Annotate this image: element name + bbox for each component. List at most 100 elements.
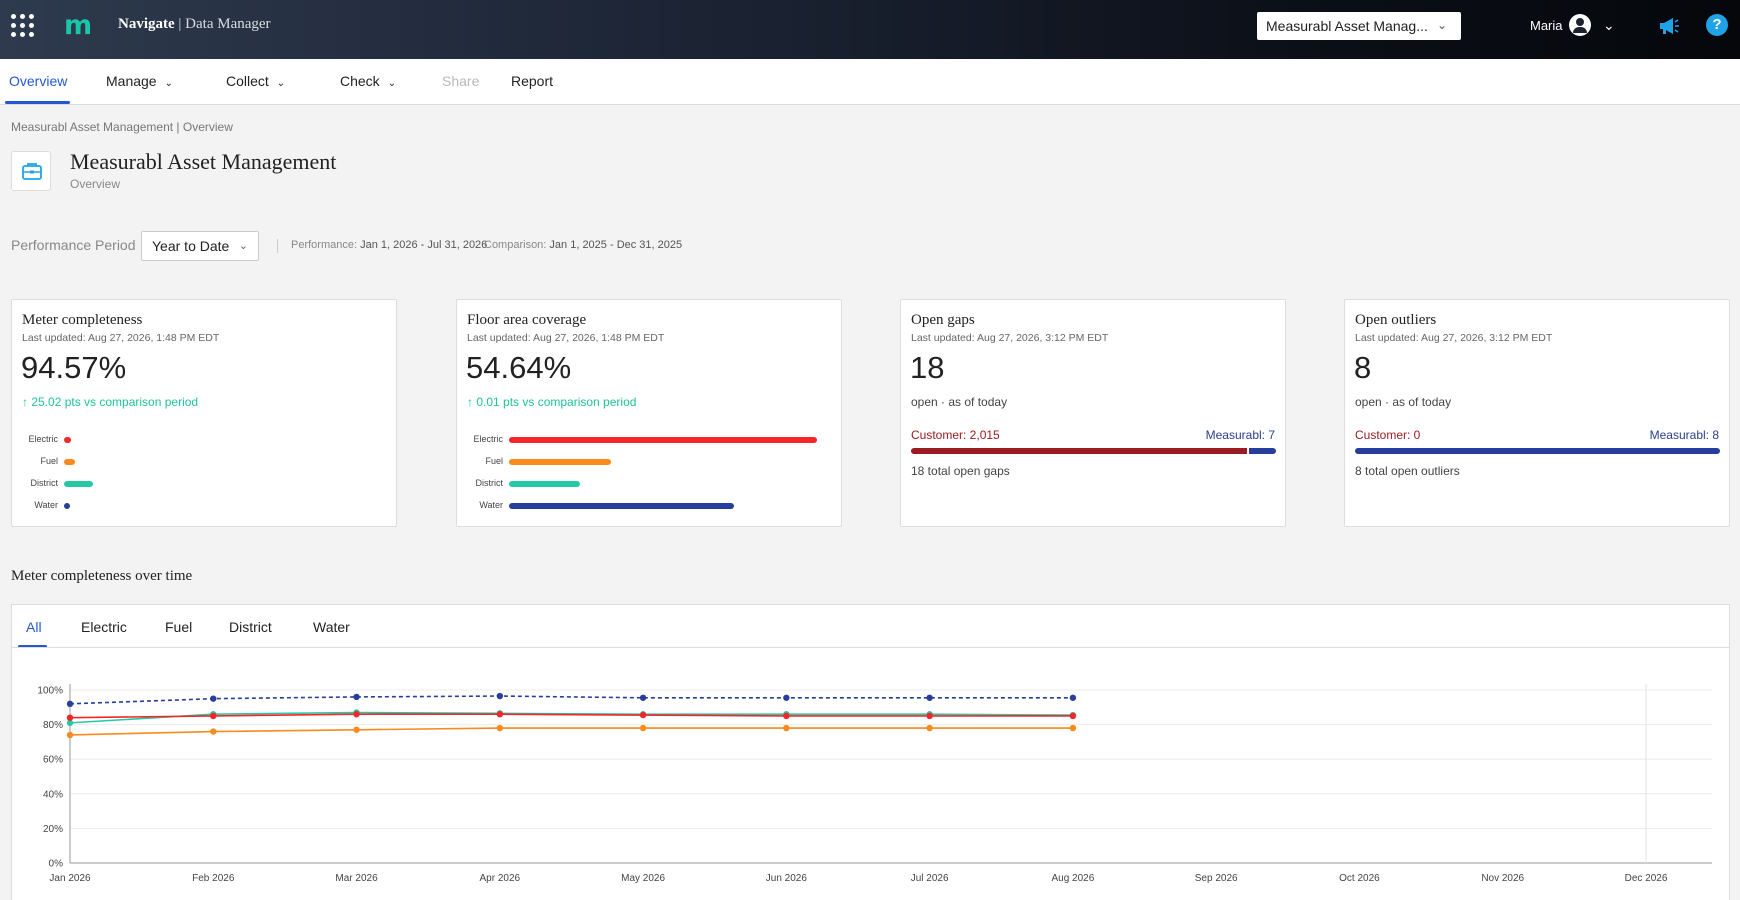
chevron-down-icon: ⌄: [1436, 18, 1447, 32]
x-tick-label: Jan 2026: [49, 873, 91, 884]
x-tick-label: Jun 2026: [766, 873, 808, 884]
nav-collect-label: Collect: [226, 73, 269, 89]
performance-range-label: Performance:: [291, 239, 358, 251]
y-tick-label: 60%: [43, 755, 63, 766]
y-tick-label: 0%: [49, 859, 64, 870]
measurabl-count: Measurabl: 8: [1649, 428, 1719, 442]
performance-period-select[interactable]: Year to Date ⌄: [141, 231, 259, 261]
bar-fill-fuel: [509, 459, 611, 465]
bar-fill-water: [509, 503, 734, 509]
data-point-electric: [783, 712, 790, 720]
bar-fill-district: [509, 481, 580, 487]
performance-period-value: Year to Date: [152, 238, 230, 254]
app-name: Navigate: [118, 16, 175, 32]
data-point-electric: [66, 714, 74, 721]
series-line-water: [69, 695, 1073, 705]
nav-collect[interactable]: Collect ⌄: [226, 73, 285, 89]
series-line-fuel: [69, 727, 1073, 736]
x-tick-label: Dec 2026: [1625, 873, 1668, 884]
x-tick-label: May 2026: [621, 873, 665, 884]
data-point-electric: [1069, 712, 1077, 720]
divider: [277, 239, 278, 253]
x-tick-label: Jul 2026: [911, 873, 949, 884]
card-total: 8 total open outliers: [1355, 464, 1460, 478]
data-point-electric: [639, 711, 647, 719]
open-outliers-card[interactable]: Open outliers Last updated: Aug 27, 2026…: [1344, 299, 1730, 527]
data-point-electric: [926, 712, 933, 720]
card-value: 54.64%: [466, 350, 572, 385]
x-tick-label: Nov 2026: [1481, 873, 1524, 884]
card-value: 18: [910, 350, 945, 385]
y-tick-label: 20%: [43, 824, 63, 835]
section-title: Meter completeness over time: [11, 568, 193, 584]
bar-label: Fuel: [40, 456, 58, 466]
user-menu-chevron-icon[interactable]: ⌄: [1603, 17, 1615, 34]
briefcase-icon: [22, 163, 42, 180]
nav-overview[interactable]: Overview: [9, 73, 67, 89]
breadcrumb[interactable]: Measurabl Asset Management | Overview: [11, 120, 233, 134]
customer-count: Customer: 2,015: [911, 428, 1000, 442]
bar-fill-electric: [64, 437, 71, 443]
brand-logo[interactable]: m: [64, 10, 92, 41]
meter-completeness-chart-panel: All Electric Fuel District Water 0% 20% 40…: [11, 604, 1730, 900]
card-title: Open outliers: [1355, 312, 1437, 328]
comparison-range: Comparison: Jan 1, 2025 - Dec 31, 2025: [484, 239, 682, 251]
nav-manage[interactable]: Manage ⌄: [106, 73, 173, 89]
bar-fill-fuel: [64, 459, 76, 465]
card-value: 94.57%: [21, 350, 127, 385]
card-title: Meter completeness: [22, 312, 143, 328]
open-gaps-card[interactable]: Open gaps Last updated: Aug 27, 2026, 3:…: [900, 299, 1286, 527]
app-section: Data Manager: [185, 16, 271, 32]
card-last-updated: Last updated: Aug 27, 2026, 3:12 PM EDT: [1355, 332, 1553, 344]
bar-fill-water: [64, 503, 70, 509]
floor-area-coverage-card[interactable]: Floor area coverage Last updated: Aug 27…: [456, 299, 842, 527]
nav-check-label: Check: [340, 73, 380, 89]
data-point-fuel: [639, 724, 647, 732]
nav-check[interactable]: Check ⌄: [340, 73, 396, 89]
nav-share: Share: [442, 73, 479, 89]
card-last-updated: Last updated: Aug 27, 2026, 1:48 PM EDT: [467, 332, 665, 344]
data-point-water: [783, 694, 790, 701]
data-point-fuel: [210, 728, 217, 735]
chevron-down-icon: ⌄: [276, 78, 286, 89]
organization-select[interactable]: Measurabl Asset Manag... ⌄: [1257, 12, 1461, 40]
x-tick-label: Mar 2026: [335, 873, 378, 884]
organization-select-value: Measurabl Asset Manag...: [1266, 18, 1428, 34]
measurabl-share-bar: [1248, 448, 1276, 454]
bar-label: Electric: [473, 434, 503, 444]
card-note: open · as of today: [911, 395, 1008, 409]
y-tick-label: 80%: [43, 720, 63, 731]
page-subtitle: Overview: [70, 177, 121, 191]
briefcase-icon-box: [11, 151, 51, 191]
data-point-electric: [496, 711, 504, 718]
chevron-down-icon: ⌄: [164, 78, 173, 89]
data-point-water: [353, 693, 360, 701]
x-tick-label: Aug 2026: [1051, 873, 1094, 884]
gaps-split-bar: [911, 448, 1276, 454]
nav-active-indicator: [5, 101, 70, 104]
user-avatar-icon[interactable]: [1569, 14, 1591, 36]
megaphone-icon[interactable]: [1658, 16, 1680, 36]
bar-label: Water: [34, 500, 58, 510]
data-point-fuel: [496, 724, 504, 732]
nav-report[interactable]: Report: [511, 73, 553, 89]
card-last-updated: Last updated: Aug 27, 2026, 1:48 PM EDT: [22, 332, 220, 344]
top-header: m Navigate | Data Manager Measurabl Asse…: [0, 0, 1740, 59]
data-point-water: [210, 695, 217, 702]
data-point-water: [639, 694, 647, 701]
help-icon[interactable]: ?: [1706, 14, 1728, 36]
bar-fill-electric: [509, 437, 817, 443]
bar-label: Electric: [28, 434, 58, 444]
apps-grid-icon[interactable]: [11, 14, 35, 38]
meter-completeness-card[interactable]: Meter completeness Last updated: Aug 27,…: [11, 299, 397, 527]
data-point-fuel: [66, 731, 74, 739]
app-title-separator: |: [174, 16, 186, 32]
card-title: Floor area coverage: [467, 312, 587, 328]
data-point-water: [1069, 694, 1077, 701]
user-name[interactable]: Maria: [1530, 18, 1563, 33]
card-title: Open gaps: [911, 312, 975, 328]
x-tick-label: Feb 2026: [192, 873, 235, 884]
main-nav: Overview Manage ⌄ Collect ⌄ Check ⌄ Share R…: [0, 59, 1740, 105]
card-total: 18 total open gaps: [911, 464, 1010, 478]
customer-share-bar: [911, 448, 1247, 454]
